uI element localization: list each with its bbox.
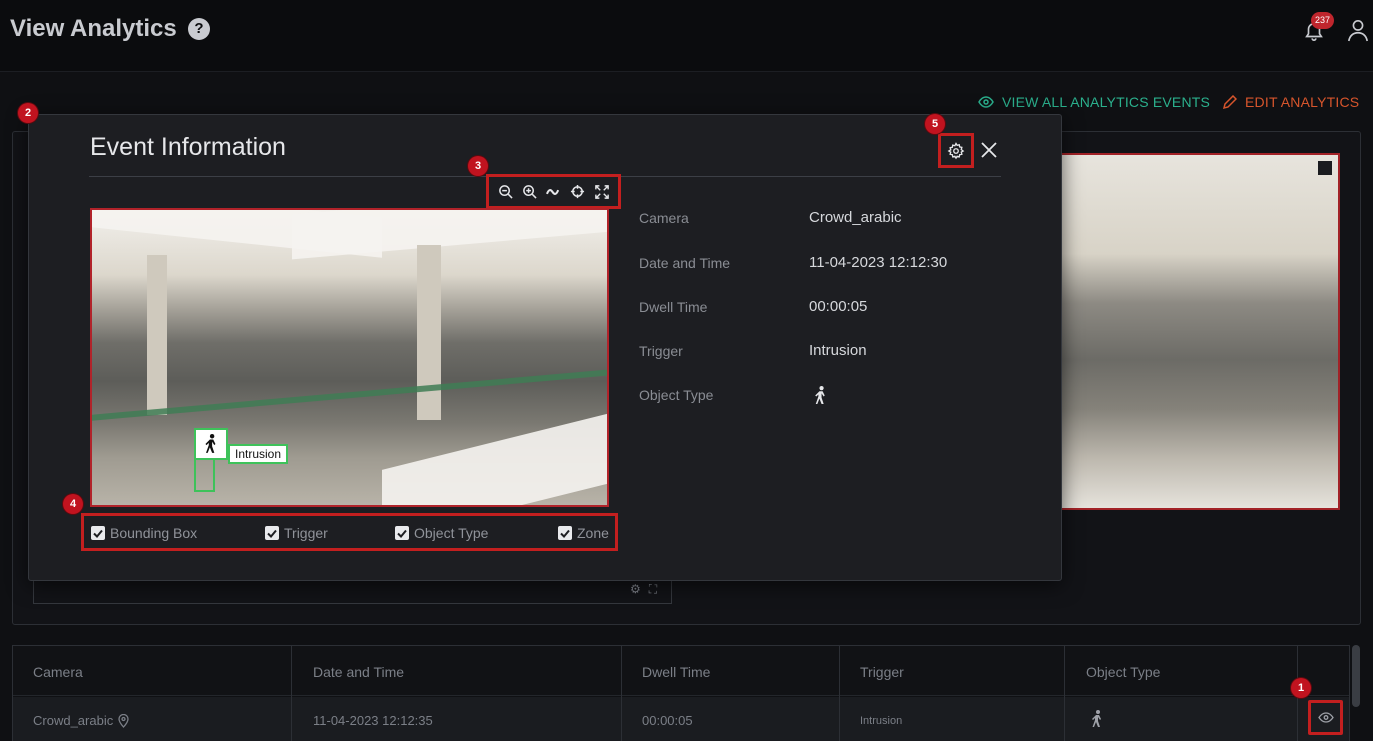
camera-name: Crowd_arabic (33, 713, 114, 728)
bounding-box (194, 458, 215, 492)
help-icon[interactable]: ? (188, 18, 210, 40)
fullscreen-icon[interactable]: ⛶ (649, 582, 665, 596)
table-header-row: Camera Date and Time Dwell Time Trigger … (13, 646, 1349, 696)
checkbox-label: Object Type (414, 525, 489, 541)
table-cell-trigger: Intrusion (860, 715, 903, 727)
table-header-datetime: Date and Time (313, 664, 405, 680)
checkbox-checked-icon[interactable] (265, 526, 279, 540)
info-label-camera: Camera (639, 210, 689, 226)
marker-2: 2 (18, 103, 38, 123)
info-value-trigger: Intrusion (809, 342, 867, 359)
fence-line (92, 369, 607, 421)
pencil-icon (1222, 94, 1237, 109)
column-divider (291, 646, 292, 741)
table-row[interactable]: Crowd_arabic 11-04-2023 12:12:35 00:00:0… (13, 697, 1349, 741)
event-snapshot: Intrusion (90, 208, 609, 507)
checkbox-checked-icon[interactable] (91, 526, 105, 540)
person-walking-icon (205, 434, 216, 453)
table-scrollbar[interactable] (1352, 645, 1360, 707)
crosshair-icon[interactable] (569, 183, 587, 201)
column-divider (621, 646, 622, 741)
table-cell-datetime: 11-04-2023 12:12:35 (313, 713, 433, 728)
info-label-dwell: Dwell Time (639, 299, 708, 315)
table-header-object-type: Object Type (1086, 664, 1161, 680)
info-value-camera: Crowd_arabic (809, 209, 902, 226)
person-walking-icon (815, 386, 825, 404)
eye-icon (1317, 712, 1334, 723)
view-event-button[interactable] (1308, 700, 1343, 735)
background-video-preview (1058, 153, 1340, 510)
canopy-shape (292, 210, 607, 260)
video-controls: ⚙⛶ (630, 582, 665, 597)
zone-checkbox[interactable]: Zone (558, 525, 609, 541)
marker-1: 1 (1291, 678, 1311, 698)
canopy-shape (382, 410, 607, 505)
column-divider (839, 646, 840, 741)
snapshot-toolbar (486, 174, 621, 209)
expand-icon[interactable] (1318, 161, 1332, 175)
event-information-modal: Event Information Intrusion Bounding Box… (28, 114, 1062, 581)
checkbox-checked-icon[interactable] (395, 526, 409, 540)
person-walking-icon (1092, 710, 1101, 727)
notification-badge: 237 (1311, 12, 1335, 29)
table-header-trigger: Trigger (860, 664, 904, 680)
page-title: View Analytics (10, 15, 177, 42)
gear-icon[interactable]: ⚙ (630, 582, 649, 596)
modal-title: Event Information (90, 133, 286, 161)
pillar-shape (147, 255, 167, 415)
close-icon[interactable] (979, 140, 999, 160)
edit-analytics-link[interactable]: EDIT ANALYTICS (1222, 94, 1359, 110)
table-cell-camera: Crowd_arabic (33, 713, 129, 728)
marker-4: 4 (63, 494, 83, 514)
marker-3: 3 (468, 156, 488, 176)
checkbox-label: Bounding Box (110, 525, 198, 541)
marker-5: 5 (925, 114, 945, 134)
top-header: View Analytics ? 237 (0, 0, 1373, 72)
pillar-shape (417, 245, 441, 420)
gear-icon (947, 141, 965, 159)
checkbox-label: Zone (577, 525, 609, 541)
info-label-object-type: Object Type (639, 387, 714, 403)
view-all-label: VIEW ALL ANALYTICS EVENTS (1002, 94, 1211, 110)
view-all-events-link[interactable]: VIEW ALL ANALYTICS EVENTS (978, 94, 1210, 110)
trigger-tag: Intrusion (228, 444, 289, 464)
object-type-checkbox[interactable]: Object Type (395, 525, 488, 541)
table-header-camera: Camera (33, 664, 83, 680)
events-table: Camera Date and Time Dwell Time Trigger … (12, 645, 1350, 741)
overlay-options: Bounding Box Trigger Object Type Zone (81, 513, 618, 551)
zoom-out-icon[interactable] (496, 183, 514, 201)
user-icon[interactable] (1347, 18, 1369, 42)
object-type-tag (194, 428, 228, 460)
edit-label: EDIT ANALYTICS (1245, 94, 1360, 110)
info-label-datetime: Date and Time (639, 255, 731, 271)
checkbox-label: Trigger (284, 525, 328, 541)
settings-button[interactable] (938, 133, 974, 168)
zoom-in-icon[interactable] (520, 183, 538, 201)
eye-icon (978, 96, 994, 108)
info-value-datetime: 11-04-2023 12:12:30 (809, 254, 948, 271)
trigger-checkbox[interactable]: Trigger (265, 525, 328, 541)
table-header-dwell: Dwell Time (642, 664, 711, 680)
table-cell-dwell: 00:00:05 (642, 713, 693, 728)
fullscreen-icon[interactable] (593, 183, 611, 201)
info-value-dwell: 00:00:05 (809, 298, 868, 315)
location-pin-icon (118, 713, 129, 728)
wave-icon[interactable] (544, 183, 562, 201)
bounding-box-checkbox[interactable]: Bounding Box (91, 525, 197, 541)
checkbox-checked-icon[interactable] (558, 526, 572, 540)
column-divider (1064, 646, 1065, 741)
info-label-trigger: Trigger (639, 343, 683, 359)
